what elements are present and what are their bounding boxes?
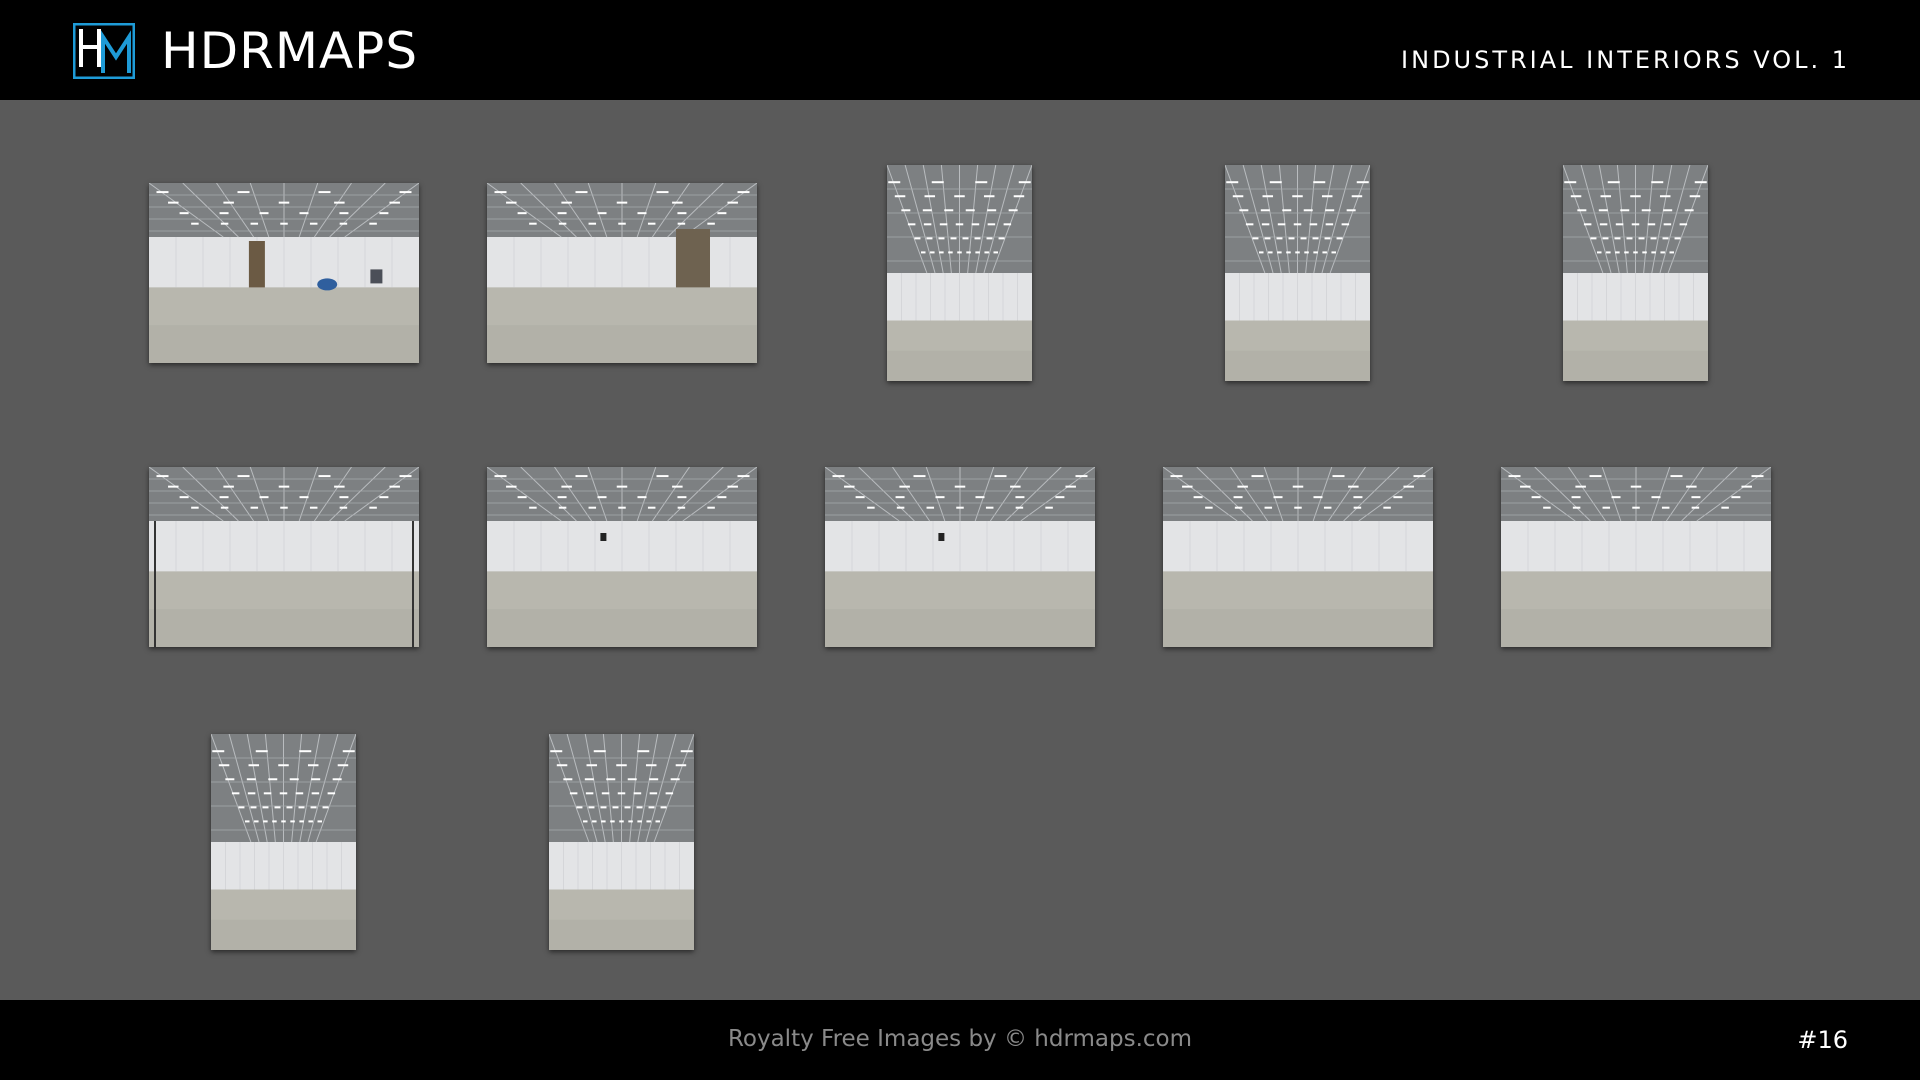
hm-logo-icon <box>73 23 135 79</box>
collection-title: INDUSTRIAL INTERIORS VOL. 1 <box>1401 46 1850 74</box>
warehouse-image <box>1225 165 1370 381</box>
thumbnail-4[interactable] <box>1225 165 1370 381</box>
thumbnail-3[interactable] <box>887 165 1032 381</box>
warehouse-image <box>549 734 694 950</box>
header-bar: HDRMAPS INDUSTRIAL INTERIORS VOL. 1 <box>0 0 1920 100</box>
thumbnail-9[interactable] <box>1163 467 1433 647</box>
thumbnail-7[interactable] <box>487 467 757 647</box>
warehouse-image <box>1163 467 1433 647</box>
thumbnail-5[interactable] <box>1563 165 1708 381</box>
thumbnail-10[interactable] <box>1501 467 1771 647</box>
warehouse-image <box>825 467 1095 647</box>
thumbnail-6[interactable] <box>149 467 419 647</box>
thumbnail-1[interactable] <box>149 183 419 363</box>
warehouse-image <box>887 165 1032 381</box>
warehouse-image <box>1501 467 1771 647</box>
thumbnail-8[interactable] <box>825 467 1095 647</box>
warehouse-image <box>149 183 419 363</box>
warehouse-image <box>149 467 419 647</box>
page-number: #16 <box>1797 1026 1848 1054</box>
thumbnail-12[interactable] <box>549 734 694 950</box>
warehouse-image <box>487 183 757 363</box>
thumbnail-2[interactable] <box>487 183 757 363</box>
footer-bar: Royalty Free Images by © hdrmaps.com #16 <box>0 1000 1920 1080</box>
logo-text: HDRMAPS <box>161 22 419 80</box>
thumbnail-11[interactable] <box>211 734 356 950</box>
warehouse-image <box>211 734 356 950</box>
warehouse-image <box>1563 165 1708 381</box>
warehouse-image <box>487 467 757 647</box>
logo[interactable]: HDRMAPS <box>73 22 418 80</box>
footer-credit: Royalty Free Images by © hdrmaps.com <box>727 1026 1193 1052</box>
